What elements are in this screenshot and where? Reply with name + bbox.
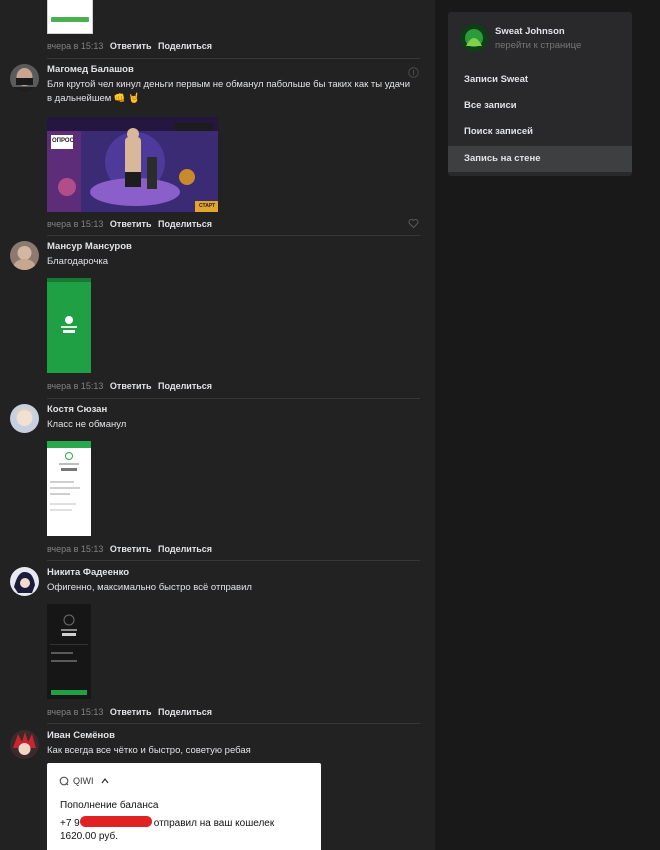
avatar[interactable] <box>10 64 39 93</box>
avatar[interactable] <box>10 241 39 270</box>
qiwi-line: +7 9 отправил на ваш кошелек <box>60 816 315 829</box>
reply-link[interactable]: Ответить <box>110 707 152 717</box>
comment-text: Как всегда все чётко и быстро, советую р… <box>47 745 251 756</box>
comment: Никита Фадеенко Офигенно, максимально бы… <box>10 567 420 723</box>
kebab-icon[interactable] <box>408 67 419 78</box>
avatar[interactable] <box>10 404 39 433</box>
menu-item-search-posts[interactable]: Поиск записей <box>448 119 632 145</box>
qiwi-notification-attachment[interactable]: QIWI Пополнение баланса +7 9 отправил на … <box>47 763 321 850</box>
image-badge: ОПРОС <box>52 138 74 144</box>
comment-divider <box>47 398 420 399</box>
comment-author[interactable]: Костя Сюзан <box>47 404 107 415</box>
avatar[interactable] <box>10 567 39 596</box>
share-link[interactable]: Поделиться <box>158 707 212 717</box>
comment-time[interactable]: вчера в 15:13 <box>47 544 103 554</box>
go-to-page-link[interactable]: перейти к странице <box>495 40 581 51</box>
comment-image-attachment[interactable] <box>47 441 91 536</box>
comment-author[interactable]: Магомед Балашов <box>47 64 134 75</box>
share-link[interactable]: Поделиться <box>158 41 212 51</box>
comment: Иван Семёнов Как всегда все чётко и быст… <box>10 730 420 850</box>
comment-image-attachment[interactable] <box>47 278 91 373</box>
share-link[interactable]: Поделиться <box>158 219 212 229</box>
comment-text: Бля крутой чел кинул деньги первым не об… <box>47 79 411 104</box>
comment-author[interactable]: Мансур Мансуров <box>47 241 132 252</box>
reply-link[interactable]: Ответить <box>110 41 152 51</box>
comment: Костя Сюзан Класс не обманул вчера в 15:… <box>10 404 420 560</box>
share-link[interactable]: Поделиться <box>158 381 212 391</box>
comment-divider <box>47 235 420 236</box>
share-link[interactable]: Поделиться <box>158 544 212 554</box>
profile-menu-panel: Sweat Johnson перейти к странице Записи … <box>448 12 632 176</box>
comment-text: Офигенно, максимально быстро всё отправи… <box>47 582 252 593</box>
comment-author[interactable]: Иван Семёнов <box>47 730 115 741</box>
comment-divider <box>47 560 420 561</box>
qiwi-sender-prefix: +7 9 <box>60 818 80 829</box>
qiwi-amount: 1620.00 руб. <box>60 831 118 842</box>
image-badge: СТАРТ <box>199 203 216 209</box>
reply-link[interactable]: Ответить <box>110 219 152 229</box>
qiwi-line-suffix: отправил на ваш кошелек <box>153 818 275 829</box>
comment-time[interactable]: вчера в 15:13 <box>47 381 103 391</box>
qiwi-logo-icon <box>59 776 69 786</box>
avatar[interactable] <box>460 24 488 52</box>
comments-feed: вчера в 15:13 Ответить Поделиться Магоме… <box>0 0 435 850</box>
reply-link[interactable]: Ответить <box>110 381 152 391</box>
menu-item-all-posts[interactable]: Все записи <box>448 93 632 119</box>
comment-time[interactable]: вчера в 15:13 <box>47 707 103 717</box>
comment-text: Класс не обманул <box>47 419 127 430</box>
comment-image-attachment[interactable]: ОПРОС СТАРТ <box>47 117 218 212</box>
qiwi-brand: QIWI <box>73 776 94 786</box>
profile-name[interactable]: Sweat Johnson <box>495 26 565 37</box>
comment-divider <box>47 723 420 724</box>
comment: Мансур Мансуров Благодарочка вчера в 15:… <box>10 241 420 397</box>
comment-time[interactable]: вчера в 15:13 <box>47 41 103 51</box>
comment-text: Благодарочка <box>47 256 109 267</box>
comment-author[interactable]: Никита Фадеенко <box>47 567 129 578</box>
menu-item-wall-post[interactable]: Запись на стене <box>448 146 632 172</box>
comment-image-attachment[interactable] <box>47 604 91 699</box>
avatar[interactable] <box>10 730 39 759</box>
comment-image-attachment[interactable] <box>47 0 93 34</box>
chevron-down-icon[interactable] <box>101 778 109 784</box>
menu-item-sweat-posts[interactable]: Записи Sweat <box>448 67 632 93</box>
comment: вчера в 15:13 Ответить Поделиться <box>10 0 420 51</box>
comment-divider <box>47 58 420 59</box>
comment-time[interactable]: вчера в 15:13 <box>47 219 103 229</box>
reply-link[interactable]: Ответить <box>110 544 152 554</box>
like-icon[interactable] <box>408 218 419 229</box>
redaction-mark <box>79 816 152 827</box>
qiwi-title: Пополнение баланса <box>60 800 159 811</box>
comment: Магомед Балашов Бля крутой чел кинул ден… <box>10 64 420 234</box>
